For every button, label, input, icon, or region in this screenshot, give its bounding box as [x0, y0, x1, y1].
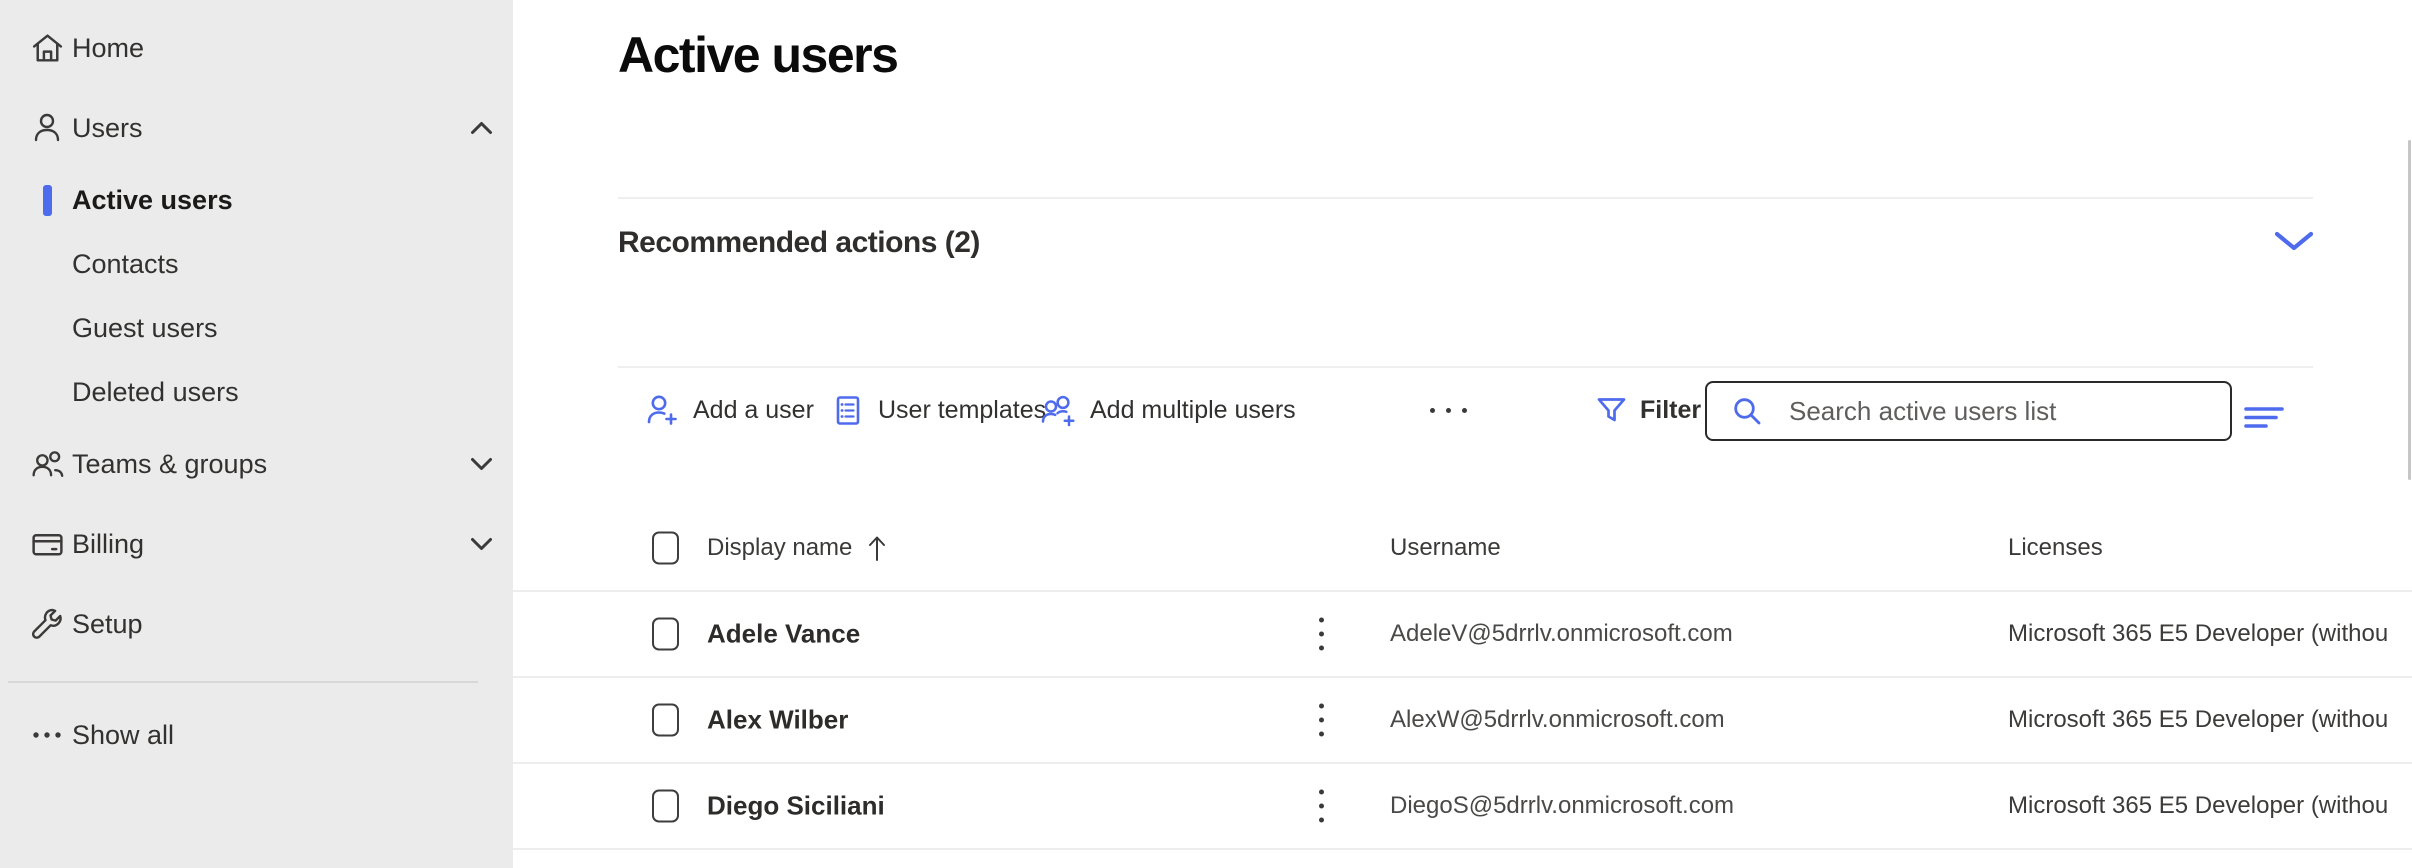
sidebar-item-home[interactable]: Home [0, 16, 513, 80]
sidebar-item-label: Deleted users [72, 377, 239, 408]
recommended-actions-label: Recommended actions (2) [618, 226, 980, 260]
table-row: Diego Siciliani DiegoS@5drrlv.onmicrosof… [513, 764, 2412, 850]
user-display-name[interactable]: Adele Vance [707, 619, 860, 650]
sidebar-item-label: Contacts [72, 249, 179, 280]
credit-card-icon [22, 526, 72, 563]
chevron-down-icon[interactable] [2274, 230, 2314, 252]
filter-label: Filter [1640, 396, 1701, 425]
sidebar-item-label: Active users [72, 185, 233, 216]
filter-lines-button[interactable] [2243, 388, 2285, 448]
person-add-icon [645, 393, 680, 428]
row-more-actions-icon[interactable] [1313, 612, 1330, 657]
more-actions-button[interactable] [1418, 380, 1478, 440]
sidebar-item-label: Guest users [72, 313, 218, 344]
user-username: AlexW@5drrlv.onmicrosoft.com [1390, 706, 1725, 734]
table-row: Adele Vance AdeleV@5drrlv.onmicrosoft.co… [513, 592, 2412, 678]
user-display-name[interactable]: Alex Wilber [707, 705, 848, 736]
chevron-down-icon [470, 537, 493, 551]
sidebar: Home Users Active users Contacts Guest u… [0, 0, 513, 868]
table-header-row: Display name Username Licenses [513, 506, 2412, 592]
sidebar-item-deleted-users[interactable]: Deleted users [0, 360, 513, 424]
user-username: DiegoS@5drrlv.onmicrosoft.com [1390, 792, 1734, 820]
active-users-page: Home Users Active users Contacts Guest u… [0, 0, 2412, 868]
sidebar-item-label: Home [72, 33, 144, 64]
add-a-user-label: Add a user [693, 396, 814, 425]
sidebar-item-setup[interactable]: Setup [0, 592, 513, 656]
sidebar-item-active-users[interactable]: Active users [0, 168, 513, 232]
user-templates-label: User templates [878, 396, 1046, 425]
sidebar-item-label: Teams & groups [72, 449, 267, 480]
chevron-down-icon [470, 457, 493, 471]
column-header-username[interactable]: Username [1390, 534, 1501, 562]
funnel-icon [1596, 396, 1627, 425]
vertical-scrollbar[interactable] [2408, 140, 2411, 480]
home-icon [22, 30, 72, 67]
column-header-display-name[interactable]: Display name [707, 534, 888, 562]
person-icon [22, 110, 72, 146]
table-row: Alex Wilber AlexW@5drrlv.onmicrosoft.com… [513, 678, 2412, 764]
sidebar-item-guest-users[interactable]: Guest users [0, 296, 513, 360]
sidebar-item-label: Users [72, 113, 143, 144]
row-checkbox[interactable] [652, 790, 679, 823]
search-input[interactable] [1705, 381, 2232, 441]
row-more-actions-icon[interactable] [1313, 784, 1330, 829]
sidebar-item-billing[interactable]: Billing [0, 512, 513, 576]
sidebar-item-label: Show all [72, 720, 174, 751]
people-add-icon [1040, 393, 1077, 428]
sort-ascending-icon [866, 534, 888, 562]
row-more-actions-icon[interactable] [1313, 698, 1330, 743]
select-all-checkbox[interactable] [652, 532, 679, 565]
filter-button[interactable]: Filter [1596, 380, 1701, 440]
user-licenses: Microsoft 365 E5 Developer (withou [2008, 620, 2388, 648]
sidebar-item-contacts[interactable]: Contacts [0, 232, 513, 296]
people-icon [22, 446, 72, 483]
user-licenses: Microsoft 365 E5 Developer (withou [2008, 706, 2388, 734]
recommended-actions-header[interactable]: Recommended actions (2) [618, 222, 2313, 264]
sidebar-item-show-all[interactable]: Show all [0, 703, 513, 767]
row-checkbox[interactable] [652, 618, 679, 651]
section-divider [618, 197, 2313, 199]
user-username: AdeleV@5drrlv.onmicrosoft.com [1390, 620, 1733, 648]
add-multiple-users-label: Add multiple users [1090, 396, 1296, 425]
user-templates-button[interactable]: User templates [831, 380, 1046, 440]
sidebar-item-users[interactable]: Users [0, 96, 513, 160]
wrench-icon [22, 606, 72, 642]
add-a-user-button[interactable]: Add a user [645, 380, 814, 440]
ellipsis-icon [22, 717, 72, 753]
user-licenses: Microsoft 365 E5 Developer (withou [2008, 792, 2388, 820]
more-ellipsis-icon [1430, 408, 1467, 413]
user-display-name[interactable]: Diego Siciliani [707, 791, 885, 822]
template-list-icon [831, 393, 865, 428]
column-header-licenses[interactable]: Licenses [2008, 534, 2103, 562]
search-box [1705, 381, 2232, 441]
main-content: Active users Recommended actions (2) Add… [513, 0, 2412, 868]
toolbar-divider [618, 366, 2313, 368]
row-checkbox[interactable] [652, 704, 679, 737]
sidebar-divider [8, 681, 478, 683]
filter-lines-icon [2243, 403, 2285, 433]
sidebar-item-label: Billing [72, 529, 144, 560]
sidebar-item-teams-groups[interactable]: Teams & groups [0, 432, 513, 496]
add-multiple-users-button[interactable]: Add multiple users [1040, 380, 1296, 440]
chevron-up-icon [470, 121, 493, 135]
page-title: Active users [618, 26, 897, 84]
sidebar-item-label: Setup [72, 609, 143, 640]
